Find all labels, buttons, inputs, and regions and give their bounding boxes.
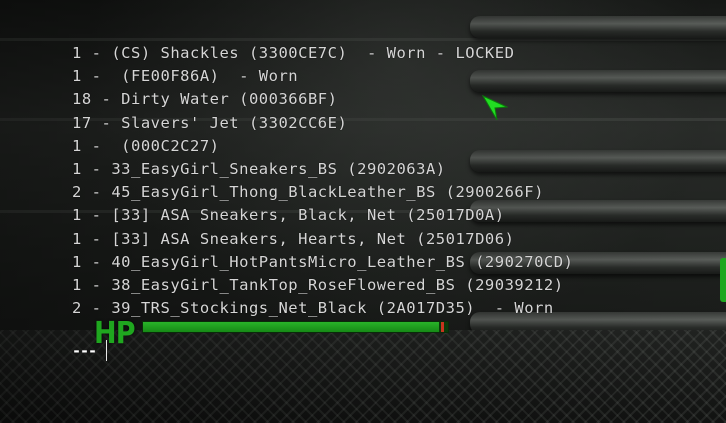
hp-label: HP [94, 316, 136, 351]
console-line: 1 - [33] ASA Sneakers, Black, Net (25017… [72, 206, 505, 225]
pointer-arrow-icon [482, 95, 508, 121]
console-line: 1 - (CS) Shackles (3300CE7C) - Worn - LO… [72, 44, 515, 62]
compass-edge [720, 258, 726, 302]
console-line: 1 - 40_EasyGirl_HotPantsMicro_Leather_BS… [72, 252, 574, 271]
console-prompt: --- [72, 342, 97, 360]
console-line: 1 - [33] ASA Sneakers, Hearts, Net (2501… [72, 229, 515, 248]
console-output: 1 - (CS) Shackles (3300CE7C) - Worn - LO… [72, 42, 573, 320]
console-line: 1 - 38_EasyGirl_TankTop_RoseFlowered_BS … [72, 275, 564, 294]
console-line: 1 - (FE00F86A) - Worn [72, 67, 299, 86]
console-line: 1 - (000C2C27) [72, 136, 220, 155]
console-line: 2 - 39_TRS_Stockings_Net_Black (2A017D35… [72, 299, 554, 318]
hp-bar-marker [441, 322, 444, 332]
console-line: 2 - 45_EasyGirl_Thong_BlackLeather_BS (2… [72, 183, 544, 202]
console-line: 1 - 33_EasyGirl_Sneakers_BS (2902063A) [72, 159, 446, 178]
hp-bar-fill [143, 322, 439, 332]
hp-bar [142, 321, 449, 333]
console-input-caret[interactable] [106, 340, 107, 361]
game-viewport: 1 - (CS) Shackles (3300CE7C) - Worn - LO… [0, 0, 726, 423]
